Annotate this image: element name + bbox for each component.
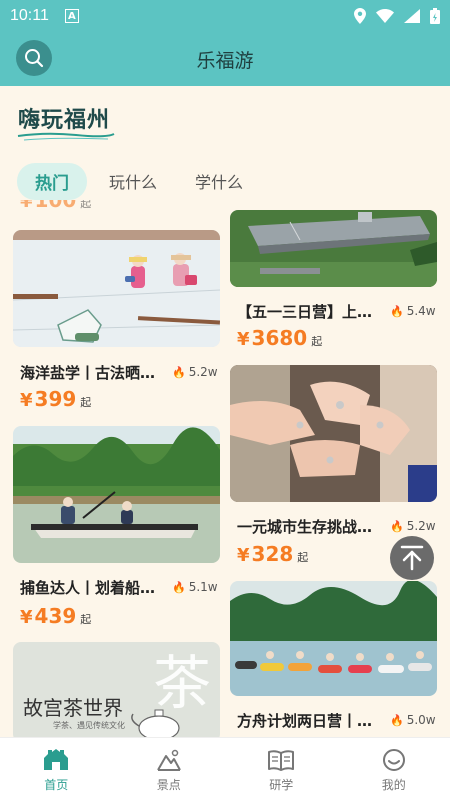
card-price-fishing: ¥439 起 bbox=[20, 604, 92, 628]
home-icon bbox=[44, 749, 69, 770]
card-image-ark[interactable] bbox=[230, 581, 437, 696]
search-button[interactable] bbox=[16, 40, 52, 76]
nav-home-label: 首页 bbox=[44, 778, 69, 792]
banner-underline-decoration bbox=[17, 132, 115, 141]
search-icon bbox=[25, 49, 44, 68]
card-image-sea-salt[interactable] bbox=[13, 230, 220, 347]
app-title: 乐福游 bbox=[196, 49, 254, 72]
tab-hot[interactable]: 热门 bbox=[17, 162, 87, 200]
fire-icon: 🔥 bbox=[172, 580, 186, 594]
card-views-may-camp: 🔥 5.4w bbox=[390, 304, 436, 318]
status-bar: 10:11 A bbox=[0, 0, 450, 32]
card-image-may-camp[interactable] bbox=[230, 210, 437, 287]
card-views-ark: 🔥 5.0w bbox=[390, 713, 436, 727]
card-title-fishing[interactable]: 捕鱼达人丨划着船… bbox=[20, 577, 155, 598]
card-views-sea-salt: 🔥 5.2w bbox=[172, 365, 218, 379]
card-title-ark[interactable]: 方舟计划两日营丨… bbox=[237, 710, 372, 731]
nav-mine[interactable]: 我的 bbox=[338, 738, 450, 800]
smile-icon bbox=[382, 749, 405, 771]
card-image-fishing[interactable] bbox=[13, 426, 220, 563]
card-price-may-camp: ¥3680 起 bbox=[237, 326, 323, 350]
fire-icon: 🔥 bbox=[172, 365, 186, 379]
banner: 嗨玩福州 bbox=[0, 86, 450, 148]
card-image-one-yuan[interactable] bbox=[230, 365, 437, 502]
status-time: 10:11 bbox=[10, 7, 49, 24]
wifi-icon bbox=[376, 9, 394, 23]
nav-study[interactable]: 研学 bbox=[225, 738, 338, 800]
bottom-navigation: 首页 景点 研学 我的 bbox=[0, 737, 450, 800]
book-icon bbox=[268, 750, 295, 771]
app-header: 乐福游 bbox=[0, 32, 450, 86]
card-title-one-yuan[interactable]: 一元城市生存挑战… bbox=[237, 516, 372, 537]
location-icon bbox=[354, 8, 366, 24]
card-views-one-yuan: 🔥 5.2w bbox=[390, 519, 436, 533]
status-icons bbox=[354, 8, 440, 24]
card-views-fishing: 🔥 5.1w bbox=[172, 580, 218, 594]
card-title-sea-salt[interactable]: 海洋盐学丨古法晒… bbox=[20, 362, 155, 383]
fire-icon: 🔥 bbox=[390, 713, 404, 727]
signal-icon bbox=[404, 9, 420, 23]
card-image-tea[interactable]: 茶 故宫茶世界 学茶、遇见传统文化 bbox=[13, 642, 220, 737]
tab-play[interactable]: 玩什么 bbox=[109, 163, 157, 199]
nav-scenic-label: 景点 bbox=[156, 778, 181, 792]
nav-mine-label: 我的 bbox=[381, 778, 406, 792]
tea-image-title: 故宫茶世界 bbox=[23, 696, 123, 720]
fire-icon: 🔥 bbox=[390, 519, 404, 533]
arrow-up-icon bbox=[400, 545, 424, 571]
partial-card-price: ¥100 起 bbox=[20, 200, 92, 212]
category-tabs: 热门 玩什么 学什么 bbox=[0, 162, 450, 200]
tea-image-subtitle: 学茶、遇见传统文化 bbox=[53, 721, 125, 730]
fire-icon: 🔥 bbox=[390, 304, 404, 318]
battery-icon bbox=[430, 8, 440, 24]
card-price-sea-salt: ¥399 起 bbox=[20, 387, 92, 411]
mountain-icon bbox=[156, 749, 181, 771]
card-price-one-yuan: ¥328 起 bbox=[237, 542, 309, 566]
nav-study-label: 研学 bbox=[269, 778, 294, 792]
content-feed[interactable]: ¥100 起 海洋盐学丨古法晒… 🔥 5.2w ¥ 399 起 捕鱼达人丨划着船… bbox=[0, 200, 450, 737]
card-title-may-camp[interactable]: 【五一三日营】上… bbox=[237, 301, 372, 322]
nav-scenic[interactable]: 景点 bbox=[113, 738, 226, 800]
teapot-illustration bbox=[131, 709, 180, 737]
tab-learn[interactable]: 学什么 bbox=[195, 163, 243, 199]
nav-home[interactable]: 首页 bbox=[0, 738, 113, 800]
notification-a-icon: A bbox=[64, 9, 79, 23]
back-to-top-button[interactable] bbox=[390, 536, 434, 580]
